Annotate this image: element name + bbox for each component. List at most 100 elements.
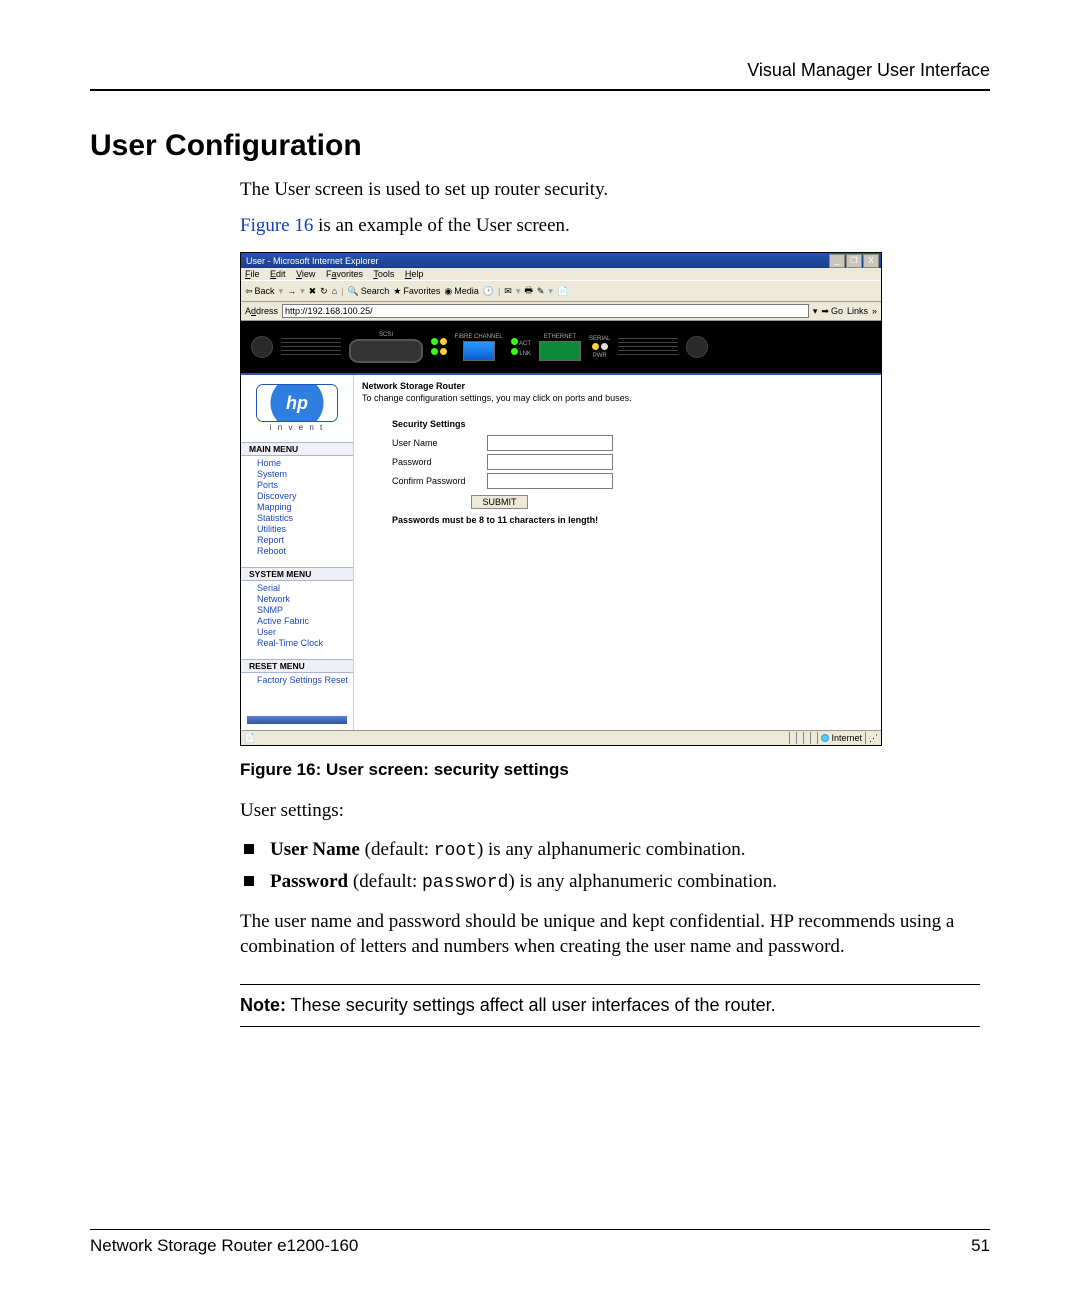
- page-footer: Network Storage Router e1200-160 51: [90, 1229, 990, 1256]
- home-button[interactable]: ⌂: [332, 286, 337, 296]
- password-label: Password: [392, 457, 487, 467]
- links-label[interactable]: Links: [847, 306, 868, 316]
- hp-tagline: i n v e n t: [241, 423, 353, 432]
- system-menu-header: SYSTEM MENU: [241, 567, 353, 581]
- edit-button[interactable]: ✎: [537, 286, 545, 297]
- sidebar-item-utilities[interactable]: Utilities: [241, 524, 353, 535]
- main-menu-header: MAIN MENU: [241, 442, 353, 456]
- device-vent-icon: [281, 338, 341, 356]
- back-button[interactable]: ⇦ Back: [245, 286, 275, 297]
- messenger-button[interactable]: 📄: [557, 286, 568, 297]
- maximize-button[interactable]: ❐: [846, 254, 862, 268]
- address-input[interactable]: [282, 304, 809, 318]
- internet-zone-icon: [821, 734, 829, 742]
- section-heading: User Configuration: [90, 129, 990, 163]
- security-form: Security Settings User Name Password Con…: [392, 419, 873, 525]
- zone-label: Internet: [831, 733, 862, 743]
- sidebar-item-factory-reset[interactable]: Factory Settings Reset: [241, 675, 353, 686]
- sidebar-item-user[interactable]: User: [241, 627, 353, 638]
- sidebar-bottom-bar: [247, 716, 347, 724]
- scsi-module[interactable]: SCSI: [349, 332, 423, 363]
- menu-view[interactable]: View: [296, 269, 315, 279]
- links-chevron-icon[interactable]: »: [872, 306, 877, 316]
- sidebar-item-system[interactable]: System: [241, 469, 353, 480]
- ie-window: User - Microsoft Internet Explorer _ ❐ X…: [240, 252, 882, 746]
- ie-menu-bar: File Edit View Favorites Tools Help: [241, 268, 881, 280]
- stop-button[interactable]: ✖: [309, 286, 317, 297]
- serial-module[interactable]: SERIAL PWR: [589, 336, 610, 359]
- header-title: Visual Manager User Interface: [747, 60, 990, 80]
- sidebar-item-report[interactable]: Report: [241, 535, 353, 546]
- ie-title-bar: User - Microsoft Internet Explorer _ ❐ X: [241, 253, 881, 268]
- figure-caption: Figure 16: User screen: security setting…: [240, 760, 990, 780]
- minimize-button[interactable]: _: [829, 254, 845, 268]
- security-settings-heading: Security Settings: [392, 419, 873, 429]
- address-label: Address: [245, 306, 278, 316]
- menu-tools[interactable]: Tools: [373, 269, 394, 279]
- fibre-module[interactable]: FIBRE CHANNEL: [455, 334, 503, 361]
- sidebar-item-ports[interactable]: Ports: [241, 480, 353, 491]
- ie-toolbar: ⇦ Back ▾ → ▾ ✖ ↻ ⌂ | 🔍 Search ★ Favorite…: [241, 280, 881, 302]
- note-label: Note:: [240, 995, 286, 1015]
- act-lnk-leds: ACT LNK: [511, 338, 531, 357]
- figure-xref: Figure 16: [240, 215, 313, 236]
- main-pane: Network Storage Router To change configu…: [354, 375, 881, 730]
- sidebar-item-serial[interactable]: Serial: [241, 583, 353, 594]
- hp-logo: hp: [257, 385, 337, 421]
- page-header: Visual Manager User Interface: [90, 60, 990, 91]
- note-block: Note: These security settings affect all…: [240, 984, 980, 1027]
- reset-menu-header: RESET MENU: [241, 659, 353, 673]
- window-title: User - Microsoft Internet Explorer: [243, 256, 828, 266]
- menu-file[interactable]: File: [245, 269, 260, 279]
- username-input[interactable]: [487, 435, 613, 451]
- footer-left: Network Storage Router e1200-160: [90, 1236, 358, 1256]
- bullet-username: User Name (default: root) is any alphanu…: [262, 834, 980, 866]
- user-settings-lead: User settings:: [240, 798, 980, 824]
- forward-button[interactable]: →: [287, 286, 296, 296]
- history-button[interactable]: 🕑: [483, 286, 494, 297]
- address-dropdown-icon[interactable]: ▾: [813, 306, 818, 317]
- device-vent-icon-right: [618, 338, 678, 356]
- refresh-button[interactable]: ↻: [320, 286, 328, 297]
- sidebar: hp i n v e n t MAIN MENU Home System Por…: [241, 375, 354, 730]
- password-hint: Passwords must be 8 to 11 characters in …: [392, 515, 873, 525]
- ie-content: SCSI FIBRE CHANNEL ACT LNK: [241, 321, 881, 730]
- ie-status-icon: 📄: [241, 733, 255, 744]
- main-title: Network Storage Router: [362, 381, 873, 391]
- close-button[interactable]: X: [863, 254, 879, 268]
- sidebar-item-network[interactable]: Network: [241, 594, 353, 605]
- bullet-password: Password (default: password) is any alph…: [262, 866, 980, 898]
- ethernet-module[interactable]: ETHERNET: [539, 334, 581, 361]
- bullet-list: User Name (default: root) is any alphanu…: [240, 834, 980, 899]
- sidebar-item-reboot[interactable]: Reboot: [241, 546, 353, 557]
- media-button[interactable]: ◉ Media: [444, 286, 478, 297]
- print-button[interactable]: 🖶: [524, 283, 533, 299]
- sidebar-item-statistics[interactable]: Statistics: [241, 513, 353, 524]
- sidebar-item-snmp[interactable]: SNMP: [241, 605, 353, 616]
- guidance-paragraph: The user name and password should be uni…: [240, 909, 980, 960]
- sidebar-item-discovery[interactable]: Discovery: [241, 491, 353, 502]
- intro-line-2: Figure 16 is an example of the User scre…: [240, 213, 980, 239]
- sidebar-item-home[interactable]: Home: [241, 458, 353, 469]
- device-end-cap-right: [686, 336, 708, 358]
- menu-edit[interactable]: Edit: [270, 269, 286, 279]
- mail-button[interactable]: ✉: [504, 286, 512, 297]
- intro-line-2-rest: is an example of the User screen.: [313, 215, 569, 236]
- username-label: User Name: [392, 438, 487, 448]
- confirm-password-input[interactable]: [487, 473, 613, 489]
- confirm-password-label: Confirm Password: [392, 476, 487, 486]
- sidebar-item-mapping[interactable]: Mapping: [241, 502, 353, 513]
- ie-address-bar: Address ▾ ➡ Go Links »: [241, 302, 881, 321]
- go-button[interactable]: ➡ Go: [821, 306, 843, 317]
- favorites-button[interactable]: ★ Favorites: [393, 286, 440, 297]
- resize-grip-icon[interactable]: ⋰: [865, 732, 881, 744]
- zone-indicator: Internet: [817, 732, 865, 744]
- menu-help[interactable]: Help: [405, 269, 424, 279]
- submit-button[interactable]: SUBMIT: [471, 495, 527, 509]
- sidebar-item-rtc[interactable]: Real-Time Clock: [241, 638, 353, 649]
- ie-status-bar: 📄 Internet ⋰: [241, 730, 881, 745]
- menu-favorites[interactable]: Favorites: [326, 269, 363, 279]
- sidebar-item-active-fabric[interactable]: Active Fabric: [241, 616, 353, 627]
- password-input[interactable]: [487, 454, 613, 470]
- search-button[interactable]: 🔍 Search: [348, 286, 390, 297]
